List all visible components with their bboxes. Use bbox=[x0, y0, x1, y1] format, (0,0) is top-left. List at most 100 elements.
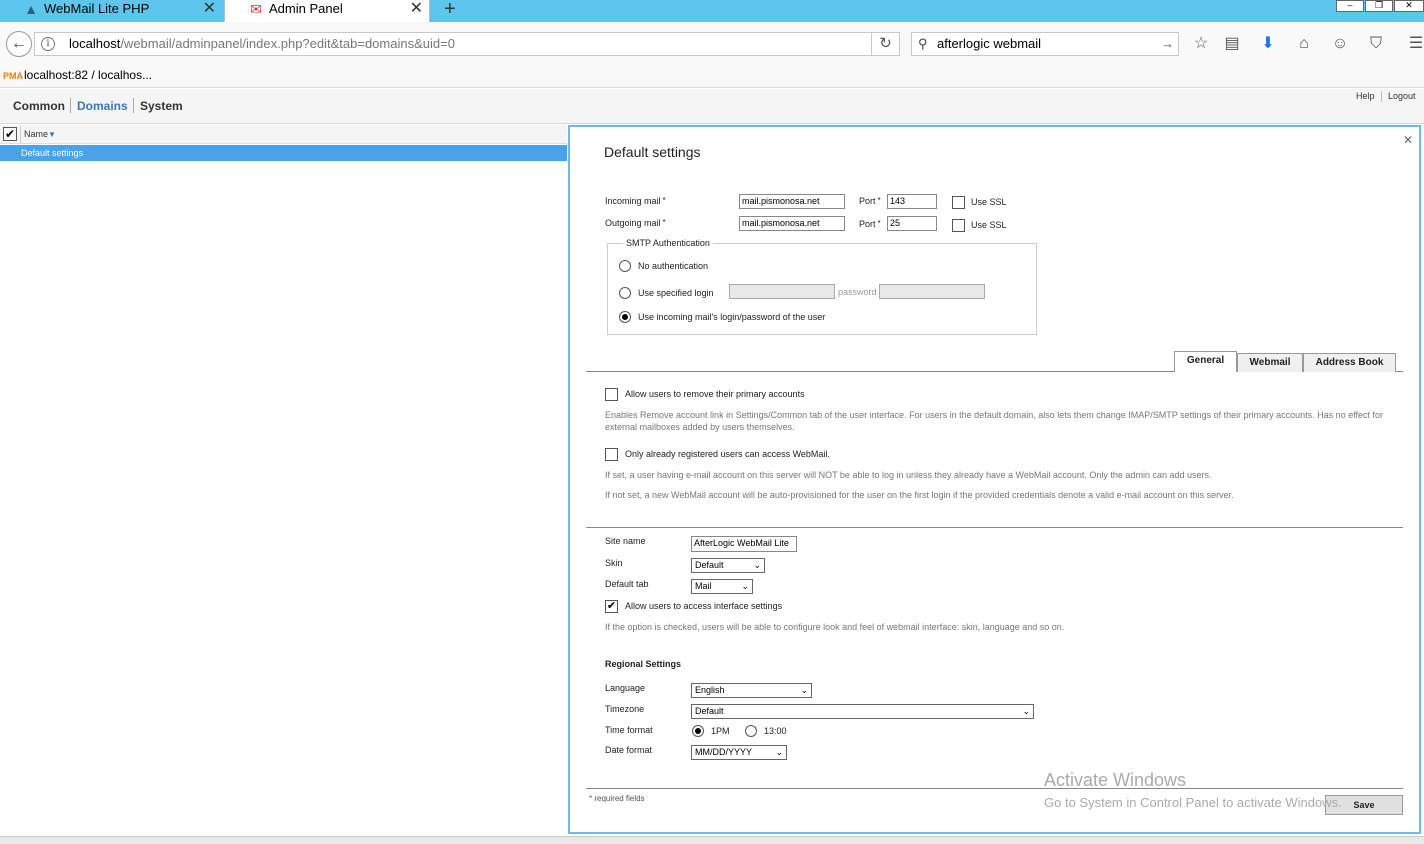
outgoing-ssl-checkbox[interactable] bbox=[952, 219, 965, 232]
bookmark-link[interactable]: localhost:82 / localhos... bbox=[24, 68, 152, 82]
language-select[interactable]: English ⌄ bbox=[691, 683, 812, 698]
tab-label: WebMail Lite PHP bbox=[44, 1, 150, 16]
no-auth-label: No authentication bbox=[638, 261, 709, 271]
nav-divider bbox=[133, 98, 134, 113]
select-value: Default bbox=[695, 560, 724, 570]
list-item[interactable]: Default settings bbox=[0, 145, 567, 161]
incoming-mail-label: Incoming mail * bbox=[605, 196, 666, 206]
close-icon[interactable]: ✕ bbox=[410, 0, 423, 18]
afterlogic-logo-icon: ▲ bbox=[24, 1, 38, 17]
activation-watermark-subtitle: Go to System in Control Panel to activat… bbox=[1044, 795, 1342, 810]
activation-watermark-title: Activate Windows bbox=[1044, 770, 1187, 790]
allow-remove-accounts-checkbox[interactable] bbox=[605, 388, 618, 401]
time-24h-radio[interactable] bbox=[745, 725, 757, 737]
label-text: Outgoing mail bbox=[605, 218, 661, 228]
search-go-icon[interactable]: → bbox=[1161, 33, 1174, 55]
chevron-down-icon: ⌄ bbox=[741, 581, 749, 591]
bookmark-star-icon[interactable]: ☆ bbox=[1190, 33, 1212, 55]
incoming-mail-field[interactable]: mail.pismonosa.net bbox=[739, 194, 845, 209]
reload-icon[interactable]: ↻ bbox=[872, 32, 900, 56]
column-header-label: Name bbox=[24, 129, 49, 139]
timezone-label: Timezone bbox=[605, 704, 645, 714]
info-icon[interactable]: i bbox=[41, 37, 55, 51]
sort-down-icon: ▼ bbox=[48, 130, 56, 139]
time-format-label: Time format bbox=[605, 725, 653, 735]
time-12h-label: 1PM bbox=[711, 726, 730, 736]
nav-common[interactable]: Common bbox=[13, 99, 65, 113]
outgoing-mail-field[interactable]: mail.pismonosa.net bbox=[739, 216, 845, 231]
tab-webmail-lite[interactable]: ▲ WebMail Lite PHP ✕ bbox=[0, 0, 222, 22]
select-value: Default bbox=[695, 706, 724, 716]
required-mark: * bbox=[662, 218, 666, 227]
close-icon[interactable]: ✕ bbox=[1403, 133, 1413, 147]
search-bar[interactable]: ⚲ afterlogic webmail → bbox=[911, 32, 1179, 56]
smtp-password-field[interactable] bbox=[879, 284, 985, 299]
download-icon[interactable]: ⬇ bbox=[1257, 33, 1279, 55]
footer-divider bbox=[586, 788, 1403, 789]
url-bar[interactable]: i localhost/webmail/adminpanel/index.php… bbox=[34, 32, 872, 56]
admin-header bbox=[0, 89, 1424, 124]
specified-login-radio[interactable] bbox=[619, 287, 631, 299]
smtp-login-field[interactable] bbox=[729, 284, 835, 299]
required-mark: * bbox=[877, 219, 881, 228]
label-text: Incoming mail bbox=[605, 196, 661, 206]
default-tab-select[interactable]: Mail ⌄ bbox=[691, 579, 753, 594]
time-12h-radio[interactable] bbox=[692, 725, 704, 737]
timezone-select[interactable]: Default ⌄ bbox=[691, 704, 1034, 719]
help-link[interactable]: Help bbox=[1356, 91, 1375, 101]
outgoing-ssl-label: Use SSL bbox=[971, 220, 1007, 230]
section-divider bbox=[586, 527, 1403, 528]
tab-webmail[interactable]: Webmail bbox=[1237, 353, 1303, 372]
back-button[interactable]: ← bbox=[6, 31, 32, 57]
allow-remove-accounts-desc: Enables Remove account link in Settings/… bbox=[605, 410, 1384, 432]
maximize-button[interactable]: ❐ bbox=[1365, 0, 1393, 12]
chat-icon[interactable]: ☺ bbox=[1329, 33, 1351, 55]
skin-select[interactable]: Default ⌄ bbox=[691, 558, 765, 573]
incoming-ssl-label: Use SSL bbox=[971, 197, 1007, 207]
label-text: Port bbox=[859, 196, 876, 206]
close-icon[interactable]: ✕ bbox=[203, 0, 216, 18]
nav-domains[interactable]: Domains bbox=[77, 99, 128, 113]
regional-settings-title: Regional Settings bbox=[605, 659, 682, 669]
date-format-select[interactable]: MM/DD/YYYY ⌄ bbox=[691, 745, 787, 760]
allow-remove-accounts-label: Allow users to remove their primary acco… bbox=[625, 389, 805, 399]
default-tab-label: Default tab bbox=[605, 579, 649, 589]
smtp-auth-legend: SMTP Authentication bbox=[623, 238, 713, 248]
required-fields-note: * required fields bbox=[587, 794, 645, 803]
url-host: localhost bbox=[69, 36, 121, 51]
minimize-button[interactable]: – bbox=[1336, 0, 1364, 12]
home-icon[interactable]: ⌂ bbox=[1293, 33, 1315, 55]
menu-icon[interactable]: ☰ bbox=[1405, 33, 1424, 55]
select-value: Mail bbox=[695, 581, 712, 591]
reading-list-icon[interactable]: ▤ bbox=[1221, 33, 1243, 55]
incoming-ssl-checkbox[interactable] bbox=[952, 196, 965, 209]
only-registered-checkbox[interactable] bbox=[605, 448, 618, 461]
tab-admin-panel[interactable]: ✉ Admin Panel ✕ bbox=[224, 0, 430, 22]
column-header-name[interactable]: Name▼ bbox=[24, 129, 56, 139]
logout-link[interactable]: Logout bbox=[1388, 91, 1416, 101]
site-name-field[interactable]: AfterLogic WebMail Lite bbox=[691, 536, 797, 552]
close-window-button[interactable]: ✕ bbox=[1394, 0, 1424, 12]
tab-label: Admin Panel bbox=[269, 1, 343, 16]
incoming-port-label: Port * bbox=[859, 196, 881, 206]
incoming-port-field[interactable]: 143 bbox=[887, 194, 937, 209]
nav-divider bbox=[70, 98, 71, 113]
only-registered-desc: If set, a user having e-mail account on … bbox=[605, 470, 1212, 480]
new-tab-button[interactable]: + bbox=[444, 0, 456, 21]
allow-interface-checkbox[interactable]: ✔ bbox=[605, 600, 618, 613]
nav-system[interactable]: System bbox=[140, 99, 183, 113]
url-text: localhost/webmail/adminpanel/index.php?e… bbox=[69, 33, 455, 55]
select-all-checkbox[interactable]: ✔ bbox=[3, 127, 17, 141]
phpmyadmin-icon: PMA bbox=[3, 71, 23, 81]
incoming-login-radio[interactable] bbox=[619, 311, 631, 323]
search-input[interactable]: afterlogic webmail bbox=[937, 33, 1041, 55]
allow-interface-desc: If the option is checked, users will be … bbox=[605, 622, 1065, 632]
no-auth-radio[interactable] bbox=[619, 260, 631, 272]
outgoing-port-field[interactable]: 25 bbox=[887, 216, 937, 231]
tab-general[interactable]: General bbox=[1174, 351, 1237, 372]
browser-tab-bar: ▲ WebMail Lite PHP ✕ ✉ Admin Panel ✕ + –… bbox=[0, 0, 1424, 22]
required-mark: * bbox=[589, 794, 593, 803]
tab-address-book[interactable]: Address Book bbox=[1303, 353, 1396, 372]
bookmarks-bar bbox=[0, 64, 1424, 88]
pocket-icon[interactable]: ⛉ bbox=[1365, 33, 1387, 55]
